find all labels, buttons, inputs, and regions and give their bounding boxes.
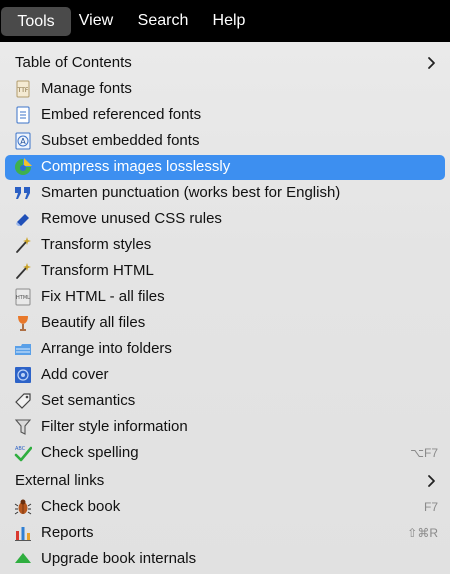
menu-item-upgrade-book[interactable]: Upgrade book internals bbox=[0, 546, 450, 572]
menu-item-embed-fonts[interactable]: Embed referenced fonts bbox=[0, 102, 450, 128]
menu-item-label: Manage fonts bbox=[41, 80, 132, 97]
menu-item-manage-fonts[interactable]: TTF Manage fonts bbox=[0, 76, 450, 102]
menu-item-label: Embed referenced fonts bbox=[41, 106, 202, 123]
quote-icon bbox=[14, 184, 32, 202]
menu-item-external-links[interactable]: External links bbox=[0, 468, 450, 494]
menu-item-label: Add cover bbox=[41, 366, 109, 383]
menu-item-label: Set semantics bbox=[41, 392, 136, 409]
menu-view[interactable]: View bbox=[73, 0, 119, 42]
menu-item-check-spelling[interactable]: ABC Check spelling ⌥F7 bbox=[0, 440, 450, 466]
menu-item-arrange-folders[interactable]: Arrange into folders bbox=[0, 336, 450, 362]
svg-text:ABC: ABC bbox=[15, 446, 26, 452]
bug-icon bbox=[14, 498, 32, 516]
eraser-icon bbox=[14, 210, 32, 228]
menu-help[interactable]: Help bbox=[203, 0, 255, 42]
menu-item-label: Compress images losslessly bbox=[41, 158, 231, 175]
menu-bar: Tools View Search Help bbox=[0, 0, 450, 42]
menu-item-label: Table of Contents bbox=[15, 54, 132, 71]
menu-item-label: Filter style information bbox=[41, 418, 188, 435]
menu-item-label: Reports bbox=[41, 524, 94, 541]
shortcut-label: F7 bbox=[423, 500, 438, 514]
menu-search[interactable]: Search bbox=[129, 0, 197, 42]
menu-item-label: External links bbox=[15, 472, 105, 489]
menu-item-label: Check book bbox=[41, 498, 121, 515]
spellcheck-icon: ABC bbox=[14, 444, 32, 462]
menu-item-check-book[interactable]: Check book F7 bbox=[0, 494, 450, 520]
menu-item-beautify[interactable]: Beautify all files bbox=[0, 310, 450, 336]
magic-wand-icon bbox=[14, 262, 32, 280]
menu-item-label: Transform styles bbox=[41, 236, 152, 253]
menu-item-subset-fonts[interactable]: A Subset embedded fonts bbox=[0, 128, 450, 154]
menu-item-remove-unused-css[interactable]: Remove unused CSS rules bbox=[0, 206, 450, 232]
menu-item-compress-images[interactable]: Compress images losslessly bbox=[0, 154, 450, 180]
menu-item-smarten-punctuation[interactable]: Smarten punctuation (works best for Engl… bbox=[0, 180, 450, 206]
menu-item-label: Upgrade book internals bbox=[41, 550, 197, 567]
bar-chart-icon bbox=[14, 524, 32, 542]
menu-item-add-cover[interactable]: Add cover bbox=[0, 362, 450, 388]
document-icon bbox=[14, 106, 32, 124]
menu-item-transform-html[interactable]: Transform HTML bbox=[0, 258, 450, 284]
folder-icon bbox=[14, 340, 32, 358]
shortcut-label: ⌥F7 bbox=[410, 446, 438, 460]
svg-text:HTML: HTML bbox=[16, 295, 30, 301]
font-file-icon: TTF bbox=[14, 80, 32, 98]
menu-item-label: Subset embedded fonts bbox=[41, 132, 200, 149]
drink-icon bbox=[14, 314, 32, 332]
filter-icon bbox=[14, 418, 32, 436]
menu-item-filter-style[interactable]: Filter style information bbox=[0, 414, 450, 440]
svg-text:TTF: TTF bbox=[17, 87, 29, 94]
html-file-icon: HTML bbox=[14, 288, 32, 306]
chevron-right-icon bbox=[426, 54, 438, 72]
menu-item-table-of-contents[interactable]: Table of Contents bbox=[0, 50, 450, 76]
menu-item-fix-html[interactable]: HTML Fix HTML - all files bbox=[0, 284, 450, 310]
shortcut-label: ⇧⌘R bbox=[407, 526, 438, 540]
magic-wand-icon bbox=[14, 236, 32, 254]
menu-item-reports[interactable]: Reports ⇧⌘R bbox=[0, 520, 450, 546]
menu-item-transform-styles[interactable]: Transform styles bbox=[0, 232, 450, 258]
menu-item-label: Fix HTML - all files bbox=[41, 288, 165, 305]
menu-item-label: Arrange into folders bbox=[41, 340, 172, 357]
chevron-right-icon bbox=[426, 472, 438, 490]
font-subset-icon: A bbox=[14, 132, 32, 150]
svg-text:A: A bbox=[20, 137, 26, 146]
menu-item-label: Smarten punctuation (works best for Engl… bbox=[41, 184, 341, 201]
menu-item-label: Check spelling bbox=[41, 444, 139, 461]
menu-item-set-semantics[interactable]: Set semantics bbox=[0, 388, 450, 414]
tag-icon bbox=[14, 392, 32, 410]
up-arrow-icon bbox=[14, 550, 32, 568]
cover-image-icon bbox=[14, 366, 32, 384]
menu-item-label: Remove unused CSS rules bbox=[41, 210, 222, 227]
menu-item-label: Beautify all files bbox=[41, 314, 146, 331]
compress-images-icon bbox=[14, 158, 32, 176]
menu-item-label: Transform HTML bbox=[41, 262, 154, 279]
menu-tools[interactable]: Tools bbox=[1, 7, 71, 36]
